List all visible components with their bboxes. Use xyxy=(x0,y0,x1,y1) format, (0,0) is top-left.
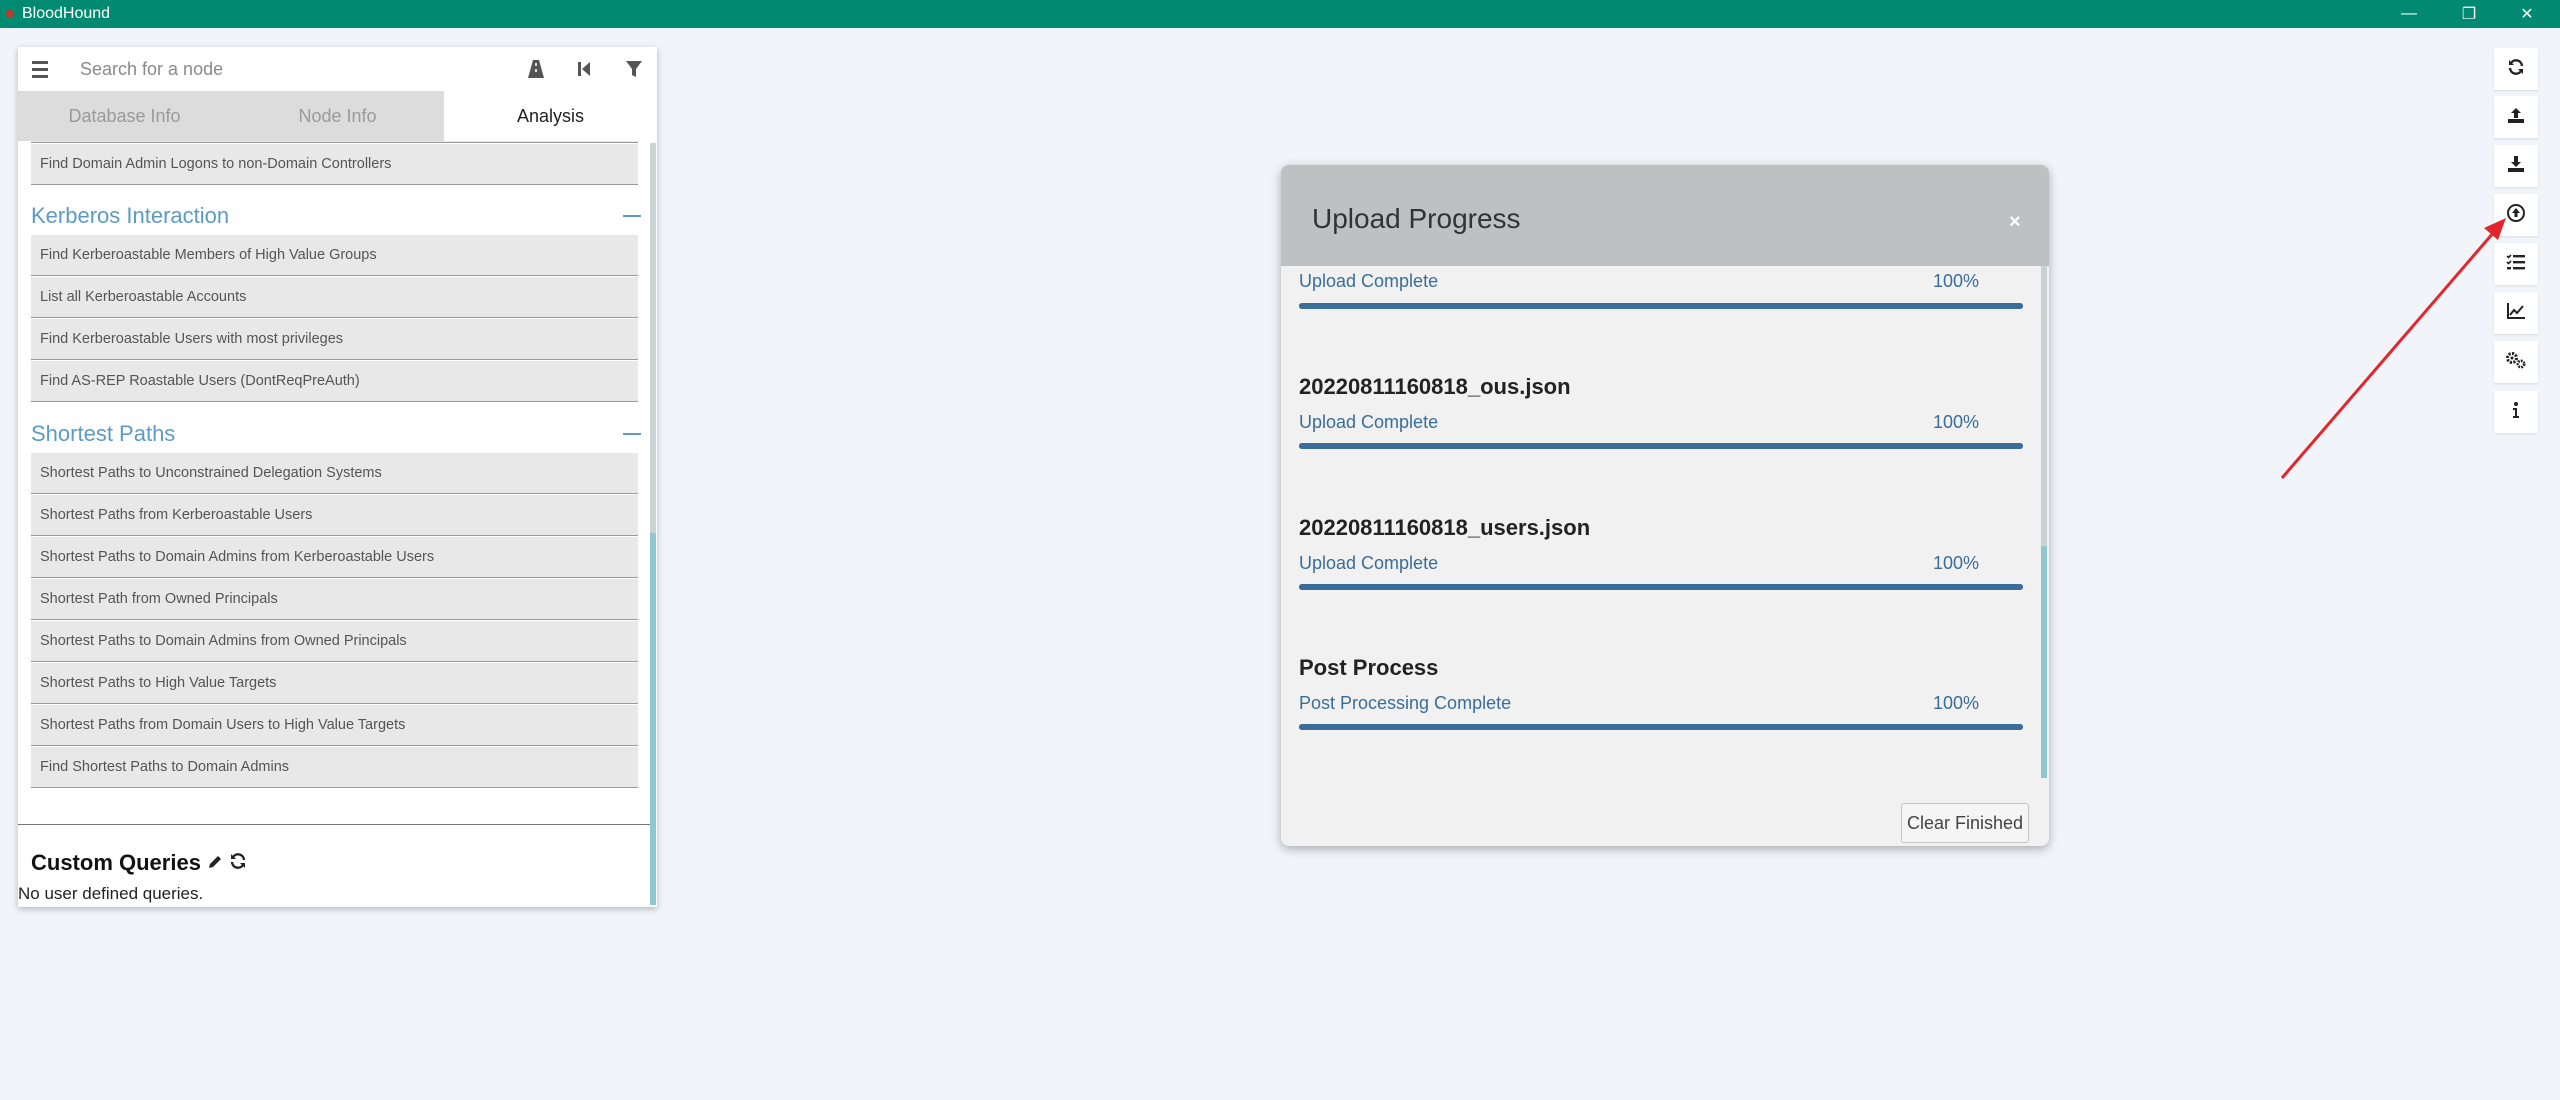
collapse-icon[interactable] xyxy=(623,215,641,217)
restore-button[interactable]: ❐ xyxy=(2440,0,2498,28)
upload-percent: 100% xyxy=(1933,553,1980,573)
analysis-query-list: Find Domain Admin Logons to non-Domain C… xyxy=(18,141,657,907)
upload-status: Post Processing Complete xyxy=(1299,693,1512,713)
edit-icon[interactable] xyxy=(207,850,223,876)
minimize-button[interactable]: — xyxy=(2380,0,2438,28)
upload-filename: 20220811160818_ous.json xyxy=(1299,374,1571,399)
progress-fill xyxy=(1299,724,2023,730)
list-item[interactable]: Shortest Paths to Domain Admins from Own… xyxy=(31,621,638,662)
list-item[interactable]: Shortest Path from Owned Principals xyxy=(31,579,638,620)
section-title: Kerberos Interaction xyxy=(31,203,230,228)
modal-scrollbar[interactable] xyxy=(2041,546,2047,778)
refresh-icon xyxy=(2507,58,2525,81)
refresh-button[interactable] xyxy=(2494,48,2538,90)
refresh-queries-icon[interactable] xyxy=(229,850,247,876)
back-icon[interactable] xyxy=(570,55,598,83)
upload-progress-modal: Upload Progress × Upload Complete 100% 2… xyxy=(1281,165,2049,846)
pathfinding-icon[interactable] xyxy=(522,55,550,83)
progress-fill xyxy=(1299,303,2023,309)
progress-fill xyxy=(1299,443,2023,449)
database-stats-icon xyxy=(2506,302,2526,325)
modal-title: Upload Progress xyxy=(1312,203,1521,234)
custom-queries-empty: No user defined queries. xyxy=(18,884,204,903)
progress-bar xyxy=(1299,443,2023,449)
list-item[interactable]: Shortest Paths to Unconstrained Delegati… xyxy=(31,453,638,494)
upload-percent: 100% xyxy=(1933,271,1980,291)
hamburger-menu-icon[interactable] xyxy=(32,57,52,81)
settings-icon xyxy=(2505,350,2527,375)
upload-percent: 100% xyxy=(1933,693,1980,713)
custom-queries-header: Custom Queries xyxy=(31,850,247,876)
upload-data-icon xyxy=(2506,203,2526,228)
search-input[interactable] xyxy=(80,55,510,83)
left-panel: Database Info Node Info Analysis Find Do… xyxy=(18,47,657,907)
section-header-shortest-paths[interactable]: Shortest Paths xyxy=(31,419,651,449)
about-button[interactable] xyxy=(2494,391,2538,433)
collapse-icon[interactable] xyxy=(623,433,641,435)
list-item[interactable]: Find Domain Admin Logons to non-Domain C… xyxy=(31,144,638,185)
upload-percent: 100% xyxy=(1933,412,1980,432)
import-graph-icon xyxy=(2507,155,2525,178)
progress-bar xyxy=(1299,724,2023,730)
section-header-kerberos[interactable]: Kerberos Interaction xyxy=(31,201,651,231)
window-title: BloodHound xyxy=(22,5,111,22)
list-item[interactable]: Shortest Paths from Kerberoastable Users xyxy=(31,495,638,536)
tab-node-info[interactable]: Node Info xyxy=(231,91,444,141)
close-window-button[interactable]: ✕ xyxy=(2498,0,2556,28)
tab-database-info[interactable]: Database Info xyxy=(18,91,231,141)
upload-filename: Post Process xyxy=(1299,655,1439,680)
filter-icon[interactable] xyxy=(620,55,648,83)
upload-status: Upload Complete xyxy=(1299,553,1439,573)
list-item[interactable]: Find AS-REP Roastable Users (DontReqPreA… xyxy=(31,361,638,402)
progress-bar xyxy=(1299,584,2023,590)
list-item[interactable]: Find Kerberoastable Users with most priv… xyxy=(31,319,638,360)
database-stats-button[interactable] xyxy=(2494,292,2538,334)
custom-queries-title: Custom Queries xyxy=(31,850,201,875)
list-item[interactable]: Find Shortest Paths to Domain Admins xyxy=(31,747,638,788)
divider xyxy=(18,824,650,825)
list-item[interactable]: List all Kerberoastable Accounts xyxy=(31,277,638,318)
export-graph-icon xyxy=(2507,106,2525,129)
list-item[interactable]: Shortest Paths to Domain Admins from Ker… xyxy=(31,537,638,578)
settings-button[interactable] xyxy=(2494,341,2538,383)
app-icon xyxy=(6,10,14,18)
list-item[interactable]: Shortest Paths to High Value Targets xyxy=(31,663,638,704)
tab-analysis[interactable]: Analysis xyxy=(444,91,657,141)
about-icon xyxy=(2511,401,2521,424)
section-title: Shortest Paths xyxy=(31,421,176,446)
progress-fill xyxy=(1299,584,2023,590)
queued-tasks-button[interactable] xyxy=(2494,243,2538,285)
upload-status: Upload Complete xyxy=(1299,412,1439,432)
queued-tasks-icon xyxy=(2506,253,2526,276)
list-item[interactable]: Shortest Paths from Domain Users to High… xyxy=(31,705,638,746)
upload-list: Upload Complete 100% 20220811160818_ous.… xyxy=(1281,266,2049,778)
progress-bar xyxy=(1299,303,2023,309)
upload-status: Upload Complete xyxy=(1299,271,1439,291)
panel-scrollbar-track[interactable] xyxy=(650,143,656,533)
clear-finished-button[interactable]: Clear Finished xyxy=(1901,803,2029,843)
panel-tabs: Database Info Node Info Analysis xyxy=(18,91,657,141)
upload-data-button[interactable] xyxy=(2494,194,2538,236)
search-bar xyxy=(18,47,657,91)
list-item[interactable] xyxy=(31,141,638,143)
list-item[interactable]: Find Kerberoastable Members of High Valu… xyxy=(31,235,638,276)
modal-header: Upload Progress × xyxy=(1281,165,2049,266)
export-graph-button[interactable] xyxy=(2494,96,2538,138)
title-bar: BloodHound — ❐ ✕ xyxy=(0,0,2560,28)
import-graph-button[interactable] xyxy=(2494,145,2538,187)
upload-filename: 20220811160818_users.json xyxy=(1299,515,1591,540)
close-icon[interactable]: × xyxy=(2009,211,2021,234)
